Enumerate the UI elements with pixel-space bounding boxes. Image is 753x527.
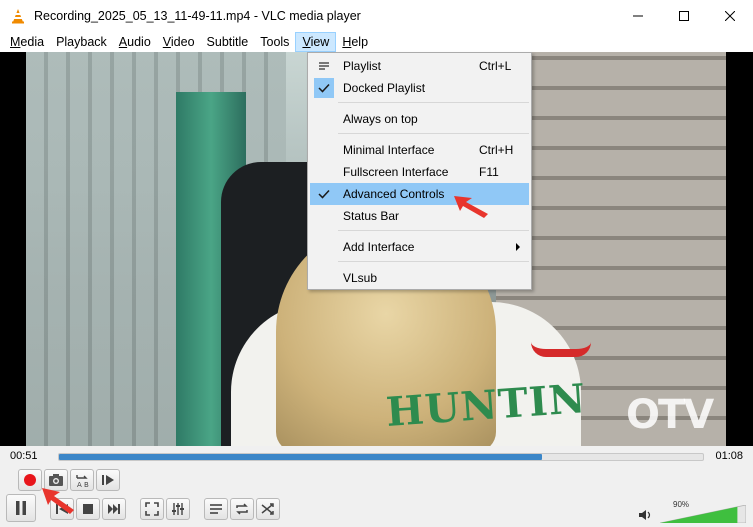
close-icon — [725, 11, 735, 21]
fullscreen-button[interactable] — [140, 498, 164, 520]
menu-subtitle[interactable]: Subtitle — [201, 32, 255, 52]
menu-item-shortcut: Ctrl+L — [479, 59, 512, 73]
minimize-icon — [633, 15, 643, 17]
record-icon — [24, 474, 36, 486]
channel-watermark: OTV — [626, 392, 714, 438]
menu-item-shortcut: F11 — [479, 165, 499, 179]
menu-item-label: Advanced Controls — [343, 187, 445, 201]
maximize-button[interactable] — [661, 0, 707, 32]
repeat-icon — [236, 503, 248, 515]
menu-item-vlsub[interactable]: VLsub — [310, 267, 529, 289]
checkmark-icon — [318, 189, 330, 199]
menu-item-playlist[interactable]: Playlist Ctrl+L — [310, 55, 529, 77]
title-bar: Recording_2025_05_13_11-49-11.mp4 - VLC … — [0, 0, 753, 32]
frame-step-icon — [102, 475, 114, 485]
loop-button[interactable] — [230, 498, 254, 520]
menu-media[interactable]: Media — [4, 32, 50, 52]
shirt-sleeve — [531, 327, 591, 357]
seek-row: 00:51 01:08 — [0, 446, 753, 468]
menu-video[interactable]: Video — [157, 32, 201, 52]
menu-item-add-interface[interactable]: Add Interface — [310, 236, 529, 258]
menu-item-label: Playlist — [343, 59, 382, 73]
seek-slider[interactable] — [58, 453, 704, 461]
menu-separator — [338, 133, 529, 134]
volume-slider[interactable] — [660, 505, 746, 523]
maximize-icon — [679, 11, 689, 21]
menu-separator — [338, 102, 529, 103]
menu-item-label: Fullscreen Interface — [343, 165, 449, 179]
checkmark-icon — [318, 83, 330, 93]
speaker-icon[interactable] — [638, 509, 652, 521]
menu-tools[interactable]: Tools — [254, 32, 295, 52]
view-menu-dropdown: Playlist Ctrl+L Docked Playlist Always o… — [307, 52, 532, 290]
minimize-button[interactable] — [615, 0, 661, 32]
pause-icon — [16, 501, 26, 515]
menu-item-label: Status Bar — [343, 209, 400, 223]
menu-help[interactable]: Help — [336, 32, 374, 52]
extended-settings-button[interactable] — [166, 498, 190, 520]
next-button[interactable] — [102, 498, 126, 520]
close-button[interactable] — [707, 0, 753, 32]
menu-item-shortcut: Ctrl+H — [479, 143, 514, 157]
menu-bar: Media Playback Audio Video Subtitle Tool… — [0, 32, 753, 52]
menu-item-label: Minimal Interface — [343, 143, 435, 157]
pause-button[interactable] — [6, 494, 36, 522]
fullscreen-icon — [145, 502, 159, 516]
menu-item-label: Add Interface — [343, 240, 415, 254]
menu-item-minimal-interface[interactable]: Minimal Interface Ctrl+H — [310, 139, 529, 161]
playlist-icon — [210, 504, 222, 514]
skip-forward-icon — [108, 504, 120, 514]
submenu-arrow-icon — [516, 243, 520, 251]
vlc-cone-icon — [12, 9, 24, 24]
menu-item-label: Always on top — [343, 112, 418, 126]
stop-button[interactable] — [76, 498, 100, 520]
annotation-arrow-icon — [454, 196, 488, 218]
playlist-button[interactable] — [204, 498, 228, 520]
seek-progress — [59, 454, 542, 460]
equalizer-icon — [172, 503, 184, 515]
svg-text:A B: A B — [77, 481, 89, 488]
menu-item-label: VLsub — [343, 271, 378, 285]
menu-item-advanced-controls[interactable]: Advanced Controls — [310, 183, 529, 205]
shuffle-icon — [261, 503, 274, 515]
menu-playback[interactable]: Playback — [50, 32, 113, 52]
camera-icon — [49, 474, 63, 486]
menu-separator — [338, 230, 529, 231]
menu-item-fullscreen-interface[interactable]: Fullscreen Interface F11 — [310, 161, 529, 183]
shuffle-button[interactable] — [256, 498, 280, 520]
menu-item-docked-playlist[interactable]: Docked Playlist — [310, 77, 529, 99]
menu-item-label: Docked Playlist — [343, 81, 426, 95]
advanced-controls: A B — [0, 468, 753, 492]
annotation-arrow-icon — [42, 488, 74, 514]
menu-item-status-bar[interactable]: Status Bar — [310, 205, 529, 227]
total-time: 01:08 — [715, 450, 743, 462]
menu-separator — [338, 261, 529, 262]
window-title: Recording_2025_05_13_11-49-11.mp4 - VLC … — [34, 9, 361, 23]
menu-view[interactable]: View — [295, 32, 337, 52]
frame-by-frame-button[interactable] — [96, 469, 120, 491]
playlist-icon — [319, 62, 329, 70]
menu-item-always-on-top[interactable]: Always on top — [310, 108, 529, 130]
menu-audio[interactable]: Audio — [113, 32, 157, 52]
stop-icon — [83, 504, 93, 514]
current-time: 00:51 — [10, 450, 38, 462]
